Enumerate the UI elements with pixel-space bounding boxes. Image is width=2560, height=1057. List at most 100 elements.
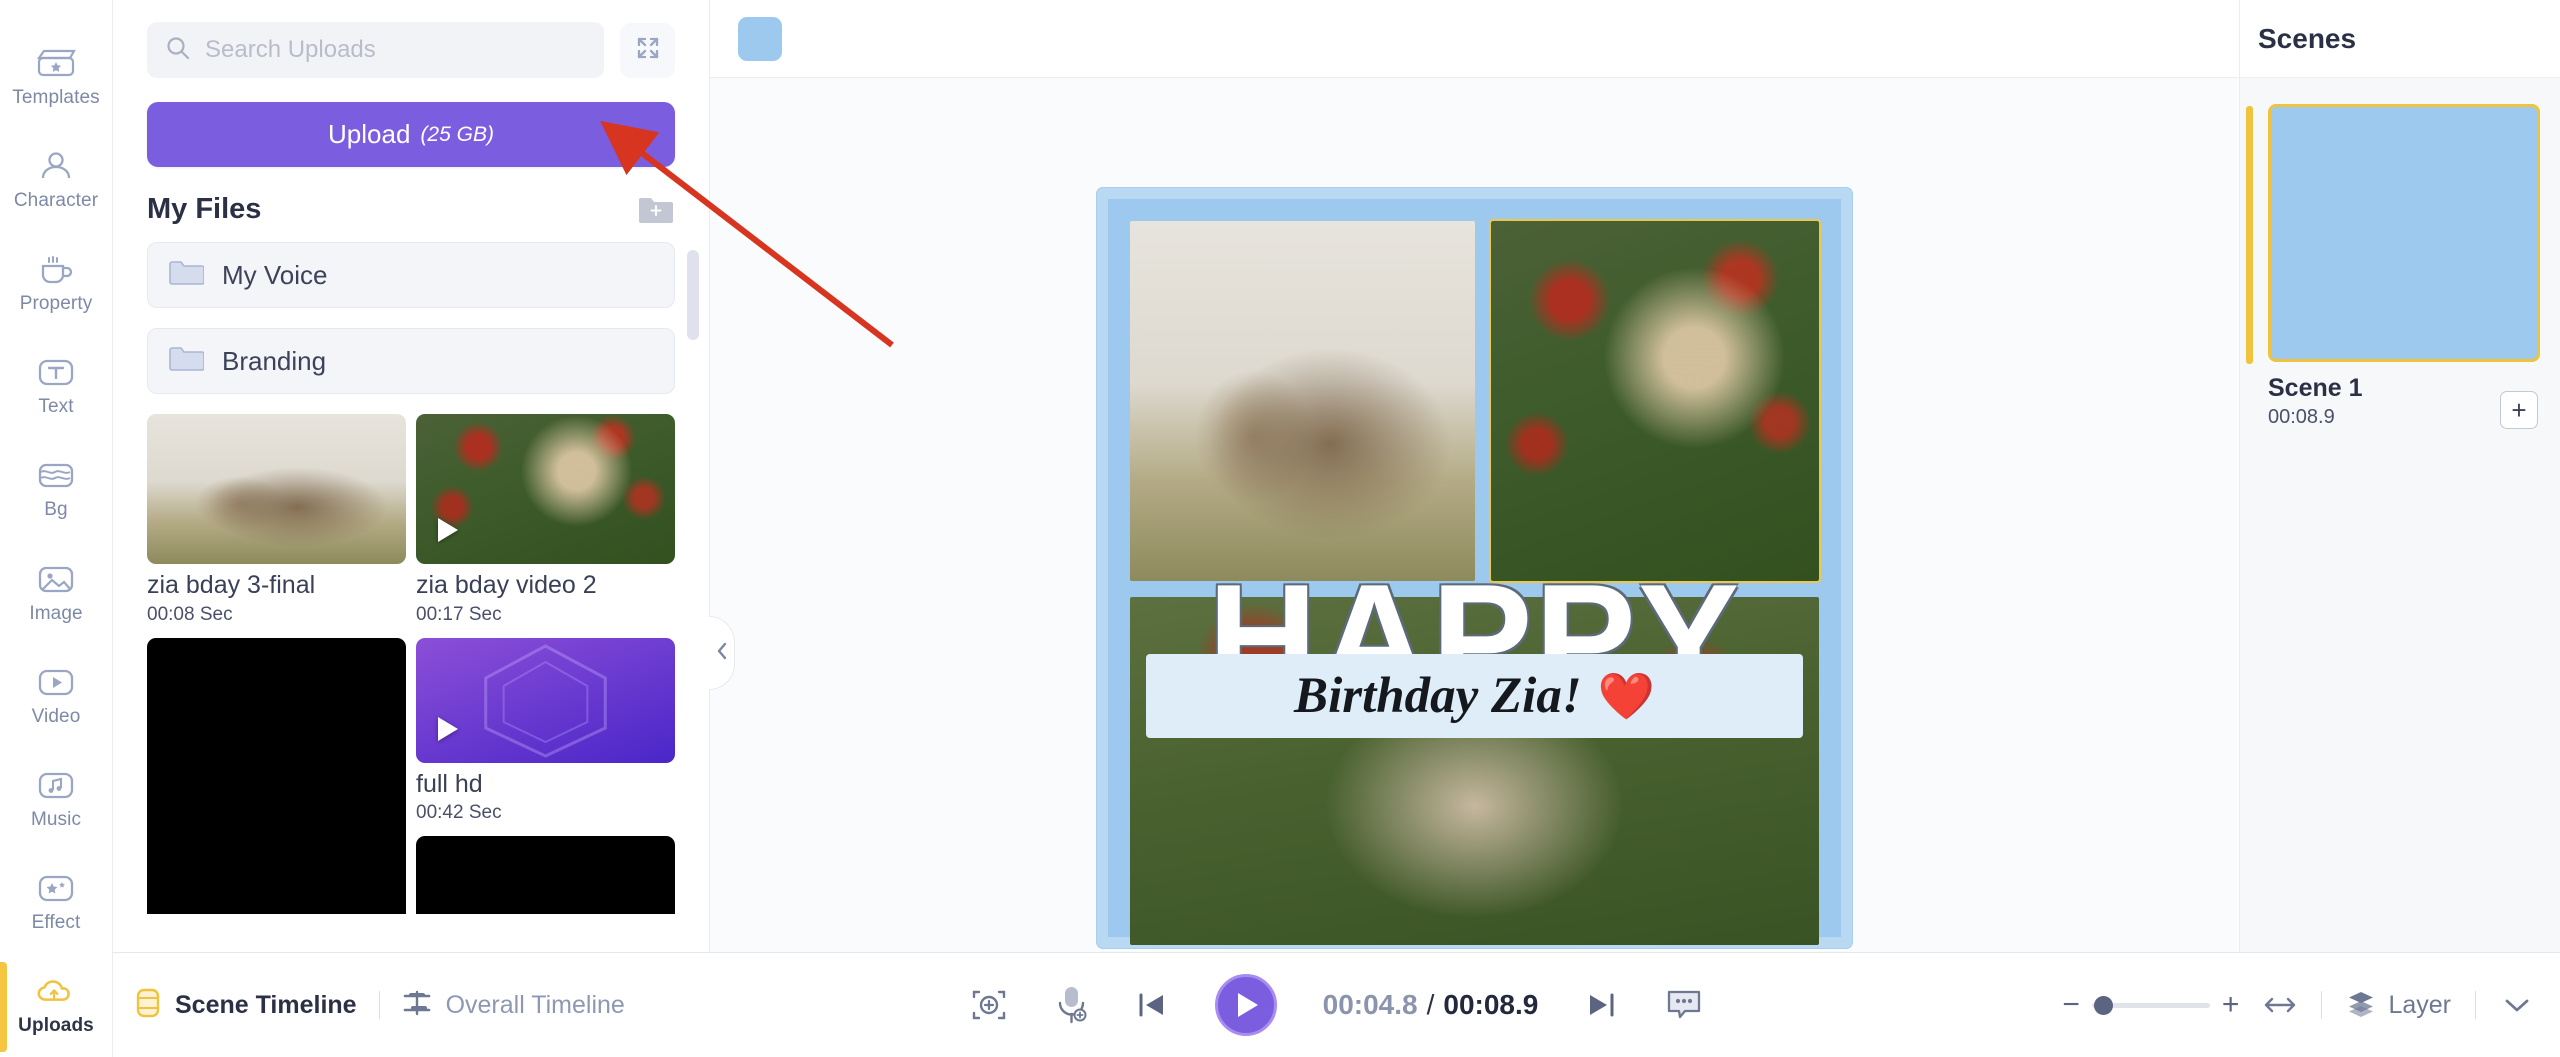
microphone-record-button[interactable] [1055, 984, 1089, 1026]
effect-icon [35, 871, 77, 905]
media-thumbnail[interactable] [416, 637, 675, 763]
view-controls: − + Layer [2062, 989, 2560, 1022]
my-files-header: My Files [147, 193, 675, 226]
time-current: 00:04.8 [1322, 989, 1418, 1020]
media-column-left: zia bday 3-final 00:08 Sec [147, 414, 406, 914]
zoom-slider[interactable] [2091, 995, 2210, 1015]
collage-photo-left[interactable] [1130, 220, 1475, 581]
fit-to-screen-button[interactable] [969, 985, 1009, 1025]
upload-label: Upload [328, 119, 411, 149]
heart-emoji-icon: ❤️ [1597, 669, 1655, 722]
video-icon [35, 665, 77, 699]
rail-label: Uploads [18, 1014, 94, 1036]
stage-header [710, 0, 2239, 78]
canvas-stage: HAPPY Birthday Zia! ❤️ [709, 0, 2240, 1057]
media-thumbnail[interactable] [147, 414, 406, 564]
skip-next-button[interactable] [1584, 990, 1618, 1020]
scene-selected-marker [2246, 106, 2253, 364]
folder-icon [168, 344, 205, 379]
background-color-swatch[interactable] [738, 16, 782, 61]
stage-canvas-area: HAPPY Birthday Zia! ❤️ [709, 78, 2239, 1057]
expand-panel-button[interactable] [620, 22, 675, 78]
tab-overall-timeline[interactable]: Overall Timeline [402, 987, 625, 1024]
folder-row[interactable]: My Voice [147, 242, 675, 308]
expand-toolbar-button[interactable] [2500, 993, 2534, 1017]
add-folder-button[interactable] [637, 194, 675, 225]
rail-label: Property [19, 293, 93, 315]
media-column-right: zia bday video 2 00:17 Sec full hd 00:42… [416, 414, 675, 914]
rail-item-templates[interactable]: Templates [0, 26, 113, 129]
fit-width-button[interactable] [2263, 992, 2297, 1018]
tab-label: Overall Timeline [445, 990, 625, 1019]
scenes-title: Scenes [2258, 22, 2357, 54]
search-icon [165, 35, 191, 66]
skip-previous-button[interactable] [1135, 990, 1169, 1020]
scenes-panel: Scenes Scene 1 00:08.9 + [2240, 0, 2560, 1057]
collage-photo-right[interactable] [1489, 218, 1821, 583]
uploads-cloud-icon [35, 974, 77, 1008]
my-files-title: My Files [147, 193, 262, 225]
uploads-panel: Upload (25 GB) My Files My Voice [113, 0, 710, 1057]
layer-button[interactable]: Layer [2346, 989, 2451, 1022]
birthday-text-band[interactable]: Birthday Zia! ❤️ [1146, 653, 1803, 738]
expand-arrows-icon [633, 33, 663, 68]
collapse-panel-handle[interactable] [709, 616, 735, 690]
rail-item-property[interactable]: Property [0, 232, 113, 335]
folder-name: My Voice [222, 259, 328, 290]
search-uploads-box[interactable] [147, 22, 604, 78]
media-name: zia bday video 2 [416, 571, 597, 599]
upload-button[interactable]: Upload (25 GB) [147, 102, 675, 167]
rail-item-image[interactable]: Image [0, 541, 113, 644]
character-icon [35, 149, 77, 183]
add-folder-icon [637, 198, 675, 229]
panel-scrollbar[interactable] [687, 250, 699, 340]
rail-label: Video [31, 705, 81, 727]
add-scene-button[interactable]: + [2500, 391, 2538, 429]
chevron-left-icon [715, 641, 729, 666]
scene-name: Scene 1 [2268, 374, 2363, 402]
zoom-slider-knob[interactable] [2093, 995, 2113, 1015]
media-name: zia bday 3-final [147, 571, 316, 599]
rail-item-text[interactable]: Text [0, 335, 113, 438]
folder-row[interactable]: Branding [147, 328, 675, 394]
layer-label: Layer [2388, 990, 2451, 1019]
rail-item-video[interactable]: Video [0, 645, 113, 748]
media-thumbnail[interactable] [147, 637, 406, 914]
divider [2475, 991, 2476, 1019]
rail-label: Music [30, 808, 82, 830]
rail-label: Bg [44, 499, 68, 521]
rail-item-music[interactable]: Music [0, 748, 113, 851]
rail-label: Templates [12, 87, 100, 109]
divider [378, 991, 380, 1019]
tab-scene-timeline[interactable]: Scene Timeline [135, 987, 357, 1024]
media-duration: 00:17 Sec [416, 603, 502, 625]
tab-label: Scene Timeline [175, 990, 357, 1019]
scene-duration: 00:08.9 [2268, 406, 2335, 428]
layers-icon [2346, 989, 2376, 1022]
scene-thumbnail[interactable] [2268, 104, 2540, 362]
rail-item-effect[interactable]: Effect [0, 851, 113, 954]
divider [2321, 991, 2323, 1019]
media-duration: 00:42 Sec [416, 802, 502, 823]
media-duration: 00:08 Sec [147, 603, 233, 625]
zoom-out-button[interactable]: − [2062, 990, 2080, 1020]
rail-item-character[interactable]: Character [0, 129, 113, 232]
collage-photo-bottom[interactable] [1130, 596, 1819, 945]
time-separator: / [1426, 989, 1435, 1020]
time-display: 00:04.8 / 00:08.9 [1323, 989, 1539, 1021]
rail-item-uploads[interactable]: Uploads [0, 954, 113, 1057]
media-thumbnail[interactable] [416, 836, 675, 914]
subtitle-button[interactable] [1664, 986, 1704, 1024]
collage-top-row [1130, 218, 1821, 583]
bg-icon [35, 458, 77, 492]
media-thumbnail[interactable] [416, 414, 675, 564]
zoom-in-button[interactable]: + [2222, 990, 2240, 1020]
rail-label: Image [29, 602, 83, 624]
rail-label: Character [13, 190, 99, 212]
text-icon [35, 355, 77, 389]
rail-item-bg[interactable]: Bg [0, 438, 113, 541]
play-button[interactable] [1214, 974, 1277, 1036]
play-icon [438, 518, 458, 542]
search-input[interactable] [205, 36, 586, 64]
collage-canvas[interactable]: HAPPY Birthday Zia! ❤️ [1097, 187, 1852, 948]
